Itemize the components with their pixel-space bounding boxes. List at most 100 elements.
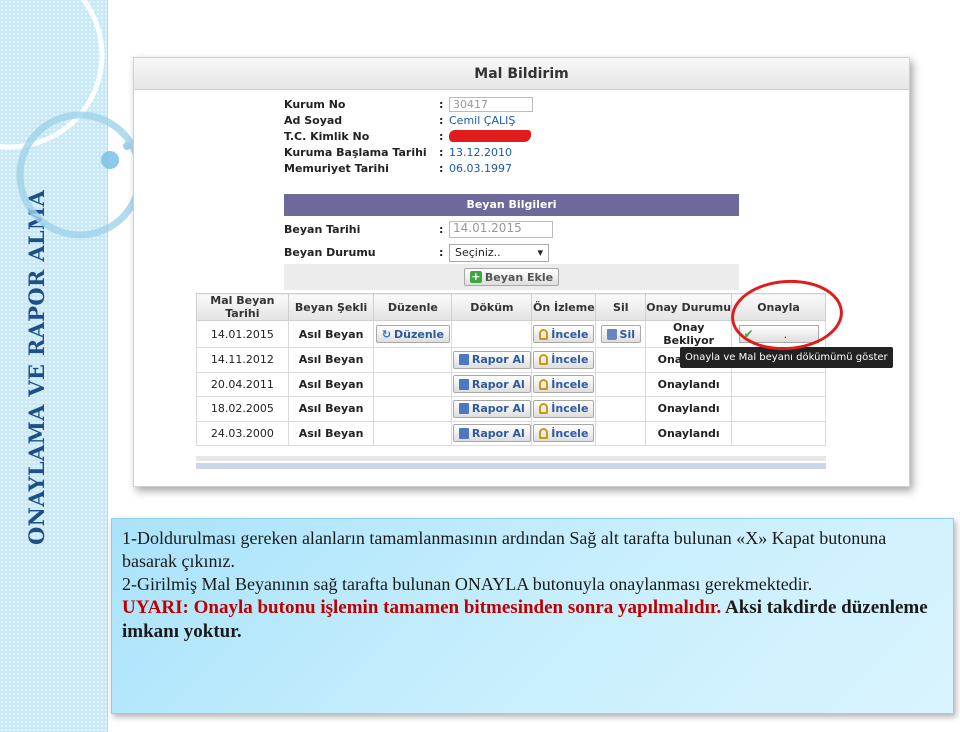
button-label: İncele	[551, 402, 589, 416]
sil-button[interactable]: Sil	[600, 325, 642, 343]
col-header: Sil	[595, 293, 647, 321]
report-icon	[458, 403, 469, 415]
table-row: 24.03.2000 Asıl Beyan Rapor Al İncele On…	[196, 420, 826, 446]
delete-cell	[595, 420, 647, 446]
warning-text: UYARI: Onayla butonu işlemin tamamen bit…	[122, 596, 943, 644]
button-label: İncele	[551, 377, 589, 391]
rapor-al-button[interactable]: Rapor Al	[452, 399, 531, 418]
table-row: 20.04.2011 Asıl Beyan Rapor Al İncele On…	[196, 371, 826, 397]
type-cell: Asıl Beyan	[287, 371, 375, 397]
status-cell: Onaylandı	[645, 420, 733, 446]
redaction-mark	[449, 130, 531, 142]
col-header: Onayla	[731, 293, 826, 321]
window-title: Mal Bildirim	[134, 58, 909, 90]
lock-icon	[539, 328, 549, 340]
select-value: Seçiniz..	[455, 246, 501, 259]
colon: :	[439, 246, 444, 259]
lock-icon	[539, 354, 549, 366]
check-icon: ✔	[743, 327, 754, 341]
colon: :	[439, 113, 444, 127]
info-label: Ad Soyad	[284, 113, 343, 127]
incele-button[interactable]: İncele	[533, 424, 595, 443]
col-header: Beyan Şekli	[287, 293, 375, 321]
col-header: Mal Beyan Tarihi	[196, 293, 289, 321]
rapor-al-button[interactable]: Rapor Al	[452, 350, 531, 369]
colon: :	[439, 145, 444, 159]
button-label: İncele	[551, 353, 589, 367]
incele-button[interactable]: İncele	[533, 399, 595, 418]
date-cell: 18.02.2005	[196, 396, 289, 422]
edit-cell	[373, 420, 453, 446]
beyan-tarihi-row: Beyan Tarihi : 14.01.2015	[284, 218, 739, 241]
ad-soyad-value: Cemil ÇALIŞ	[449, 113, 516, 127]
delete-cell: Sil	[595, 320, 647, 348]
button-label: İncele	[551, 327, 589, 341]
info-label: Memuriyet Tarihi	[284, 161, 389, 175]
type-cell: Asıl Beyan	[287, 347, 375, 373]
incele-button[interactable]: İncele	[533, 350, 595, 369]
approve-cell	[731, 420, 826, 446]
preview-cell: İncele	[531, 396, 597, 422]
add-bar: + Beyan Ekle	[284, 264, 739, 290]
report-cell: Rapor Al	[451, 371, 533, 397]
edit-cell	[373, 371, 453, 397]
report-icon	[458, 427, 469, 439]
approve-cell: ✔ .	[731, 320, 826, 348]
beyan-bilgileri-header: Beyan Bilgileri	[284, 194, 739, 216]
colon: :	[439, 223, 444, 236]
kurum-no-field[interactable]: 30417	[449, 96, 533, 112]
beyan-tarihi-field[interactable]: 14.01.2015	[449, 221, 553, 238]
type-cell: Asıl Beyan	[287, 420, 375, 446]
beyan-table: Mal Beyan Tarihi Beyan Şekli Düzenle Dök…	[196, 293, 826, 446]
button-label: Rapor Al	[471, 402, 525, 416]
incele-button[interactable]: İncele	[533, 325, 595, 343]
colon: :	[439, 97, 444, 111]
warning-red: UYARI: Onayla butonu işlemin tamamen bit…	[122, 597, 722, 618]
beyan-tarihi-label: Beyan Tarihi	[284, 223, 361, 236]
rapor-al-button[interactable]: Rapor Al	[452, 375, 531, 394]
edit-icon: ↻	[381, 327, 392, 341]
delete-cell	[595, 396, 647, 422]
horizontal-scrollbar[interactable]	[196, 463, 826, 469]
info-label: Kuruma Başlama Tarihi	[284, 145, 427, 159]
button-label: Rapor Al	[471, 353, 525, 367]
type-cell: Asıl Beyan	[287, 320, 375, 348]
date-cell: 24.03.2000	[196, 420, 289, 446]
status-cell: Onay Bekliyor	[645, 320, 733, 348]
beyan-durumu-select[interactable]: Seçiniz.. ▾	[449, 243, 549, 262]
table-header-row: Mal Beyan Tarihi Beyan Şekli Düzenle Dök…	[196, 293, 826, 321]
date-cell: 14.01.2015	[196, 320, 289, 348]
side-title: ONAYLAMA VE RAPOR ALMA	[24, 189, 49, 545]
col-header: Döküm	[451, 293, 533, 321]
date-cell: 14.11.2012	[196, 347, 289, 373]
rapor-al-button[interactable]: Rapor Al	[452, 424, 531, 443]
instruction-1: 1-Doldurulması gereken alanların tamamla…	[122, 528, 887, 571]
report-icon	[458, 378, 469, 390]
report-cell: Rapor Al	[451, 396, 533, 422]
info-row-ad-soyad: Ad Soyad : Cemil ÇALIŞ	[284, 112, 739, 128]
person-info: Kurum No : 30417 Ad Soyad : Cemil ÇALIŞ …	[284, 96, 739, 176]
button-label: Rapor Al	[471, 377, 525, 391]
edit-cell	[373, 396, 453, 422]
duzenle-button[interactable]: ↻ Düzenle	[375, 325, 450, 343]
instructions-box: 1-Doldurulması gereken alanların tamamla…	[111, 518, 954, 714]
table-row: 14.01.2015 Asıl Beyan ↻ Düzenle İncele S…	[196, 320, 826, 348]
colon: :	[439, 129, 444, 143]
button-label: İncele	[551, 426, 589, 440]
report-cell	[451, 320, 533, 348]
edit-cell	[373, 347, 453, 373]
incele-button[interactable]: İncele	[533, 375, 595, 394]
status-cell: Onaylandı	[645, 396, 733, 422]
lock-icon	[539, 427, 549, 439]
beyan-durumu-label: Beyan Durumu	[284, 246, 376, 259]
col-header: Düzenle	[373, 293, 453, 321]
colon: :	[439, 161, 444, 175]
type-cell: Asıl Beyan	[287, 396, 375, 422]
button-label: Beyan Ekle	[484, 270, 554, 284]
onayla-button[interactable]: ✔ .	[738, 325, 819, 343]
preview-cell: İncele	[531, 347, 597, 373]
col-header: Onay Durumu	[645, 293, 733, 321]
plus-icon: +	[469, 270, 482, 283]
info-label: Kurum No	[284, 97, 346, 111]
beyan-ekle-button[interactable]: + Beyan Ekle	[463, 268, 560, 286]
